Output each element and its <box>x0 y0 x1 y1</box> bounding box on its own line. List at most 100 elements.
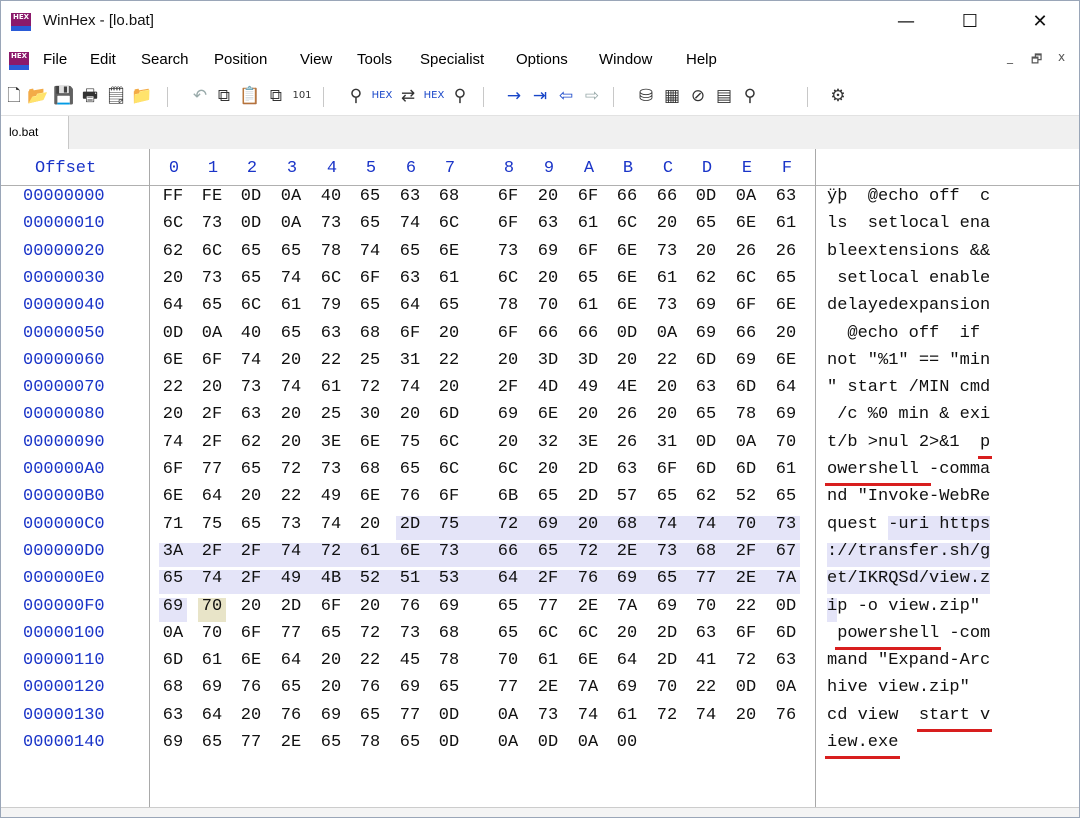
hex-byte[interactable]: 41 <box>693 651 719 670</box>
hex-byte[interactable]: 65 <box>238 242 264 261</box>
print-icon[interactable]: 🖶 <box>79 84 101 108</box>
hex-byte[interactable]: 73 <box>199 214 225 233</box>
hex-byte[interactable]: 6E <box>160 351 186 370</box>
winhex-app-icon[interactable]: HEX <box>11 13 31 31</box>
hex-byte[interactable]: 4E <box>614 378 640 397</box>
hex-byte[interactable]: 53 <box>436 569 462 588</box>
row-text[interactable]: delayedexpansion <box>827 296 990 315</box>
hex-byte[interactable]: 61 <box>357 542 383 561</box>
hex-byte[interactable]: 64 <box>614 651 640 670</box>
open-folder-icon[interactable]: 📂 <box>27 84 49 108</box>
hex-byte[interactable]: 6F <box>436 487 462 506</box>
hex-byte[interactable]: 73 <box>397 624 423 643</box>
hex-byte[interactable]: 3D <box>535 351 561 370</box>
hex-byte[interactable]: 22 <box>278 487 304 506</box>
hex-byte[interactable]: 22 <box>693 678 719 697</box>
hex-byte[interactable]: 2E <box>575 597 601 616</box>
hex-byte[interactable]: 74 <box>397 214 423 233</box>
hex-byte[interactable]: 0D <box>238 214 264 233</box>
hex-byte[interactable]: 76 <box>238 678 264 697</box>
hex-byte[interactable]: 61 <box>614 706 640 725</box>
hex-byte[interactable]: FF <box>160 187 186 206</box>
hex-byte[interactable]: 79 <box>318 296 344 315</box>
hex-byte[interactable]: 65 <box>397 242 423 261</box>
row-text[interactable]: hive view.zip" <box>827 678 990 697</box>
hex-byte[interactable]: 2F <box>199 405 225 424</box>
document-system-menu-icon[interactable]: HEX <box>9 52 29 70</box>
row-text[interactable]: not "%1" == "min <box>827 351 990 370</box>
hex-byte[interactable]: 20 <box>160 405 186 424</box>
hex-byte[interactable]: 61 <box>199 651 225 670</box>
hex-byte[interactable]: 51 <box>397 569 423 588</box>
hex-byte[interactable]: 2F <box>733 542 759 561</box>
hex-byte[interactable]: 0A <box>733 433 759 452</box>
hex-byte[interactable]: 3D <box>575 351 601 370</box>
hex-byte[interactable]: 6E <box>733 214 759 233</box>
hex-byte[interactable]: 72 <box>318 542 344 561</box>
hex-byte[interactable]: 6D <box>693 351 719 370</box>
hex-byte[interactable]: 61 <box>436 269 462 288</box>
hex-byte[interactable]: 22 <box>733 597 759 616</box>
hex-byte[interactable]: 65 <box>318 733 344 752</box>
hex-byte[interactable]: 6E <box>357 487 383 506</box>
hex-byte[interactable]: 3E <box>575 433 601 452</box>
hex-byte[interactable]: 20 <box>238 706 264 725</box>
hex-byte[interactable]: 70 <box>733 515 759 534</box>
hex-byte[interactable]: 20 <box>357 515 383 534</box>
hex-byte[interactable]: 73 <box>773 515 799 534</box>
hex-byte[interactable]: 31 <box>397 351 423 370</box>
hex-byte[interactable]: 65 <box>436 296 462 315</box>
hex-byte[interactable]: 77 <box>278 624 304 643</box>
find-text-icon[interactable]: ⚲ <box>345 84 367 108</box>
hex-byte[interactable]: 72 <box>654 706 680 725</box>
hex-byte[interactable]: 66 <box>733 324 759 343</box>
row-text[interactable]: owershell -comma <box>827 460 990 479</box>
hex-byte[interactable]: 74 <box>278 542 304 561</box>
hex-byte[interactable]: 63 <box>535 214 561 233</box>
hex-byte[interactable]: 73 <box>654 542 680 561</box>
hex-editor-view[interactable]: Offset 0123456789ABCDEF 00000000 FF FE 0D 0A… <box>1 149 1079 817</box>
hex-byte[interactable]: 0A <box>773 678 799 697</box>
hex-byte[interactable]: 65 <box>357 187 383 206</box>
hex-byte[interactable]: 72 <box>278 460 304 479</box>
hex-byte[interactable]: 26 <box>614 405 640 424</box>
hex-byte[interactable]: 70 <box>773 433 799 452</box>
hex-byte[interactable]: 6E <box>397 542 423 561</box>
hex-byte[interactable]: 65 <box>535 487 561 506</box>
hex-byte[interactable]: 62 <box>693 269 719 288</box>
hex-byte[interactable]: 7A <box>575 678 601 697</box>
hex-byte[interactable]: 2D <box>397 515 423 534</box>
hex-byte[interactable]: 2E <box>614 542 640 561</box>
hex-byte[interactable]: 6F <box>495 324 521 343</box>
row-text[interactable]: ls setlocal ena <box>827 214 990 233</box>
hex-byte[interactable]: 72 <box>357 624 383 643</box>
hex-byte[interactable]: 69 <box>614 569 640 588</box>
hex-byte[interactable]: 2F <box>495 378 521 397</box>
hex-byte[interactable]: 65 <box>238 269 264 288</box>
open-disk-icon[interactable]: 📁 <box>131 84 153 108</box>
hex-byte[interactable]: 77 <box>495 678 521 697</box>
hex-byte[interactable]: 65 <box>278 324 304 343</box>
hex-byte[interactable]: 26 <box>773 242 799 261</box>
hex-byte[interactable]: 52 <box>357 569 383 588</box>
hex-byte[interactable]: 20 <box>436 324 462 343</box>
hex-byte[interactable]: 66 <box>614 187 640 206</box>
hex-byte[interactable]: 6C <box>495 269 521 288</box>
hex-byte[interactable]: 26 <box>614 433 640 452</box>
hex-byte[interactable]: 49 <box>278 569 304 588</box>
hex-byte[interactable]: 69 <box>160 733 186 752</box>
hex-row[interactable]: 00000030 20 73 65 74 6C 6F 63 61 6C 20 65 6E 61 62 6C 65… <box>1 269 1079 296</box>
hex-byte[interactable]: 2E <box>733 569 759 588</box>
hex-row[interactable]: 00000070 22 20 73 74 61 72 74 20 2F 4D 49 4E 20 63 6D 64… <box>1 378 1079 405</box>
hex-byte[interactable]: 2D <box>575 460 601 479</box>
hex-byte[interactable]: 76 <box>397 597 423 616</box>
hex-byte[interactable]: 0A <box>160 624 186 643</box>
hex-byte[interactable]: 73 <box>495 242 521 261</box>
hex-byte[interactable]: 20 <box>535 187 561 206</box>
hex-byte[interactable]: 0D <box>238 187 264 206</box>
hex-byte[interactable]: 2F <box>238 542 264 561</box>
hex-byte[interactable]: 65 <box>199 296 225 315</box>
hex-byte[interactable]: 6F <box>357 269 383 288</box>
menu-search[interactable]: Search <box>141 51 189 68</box>
hex-byte[interactable]: 76 <box>357 678 383 697</box>
